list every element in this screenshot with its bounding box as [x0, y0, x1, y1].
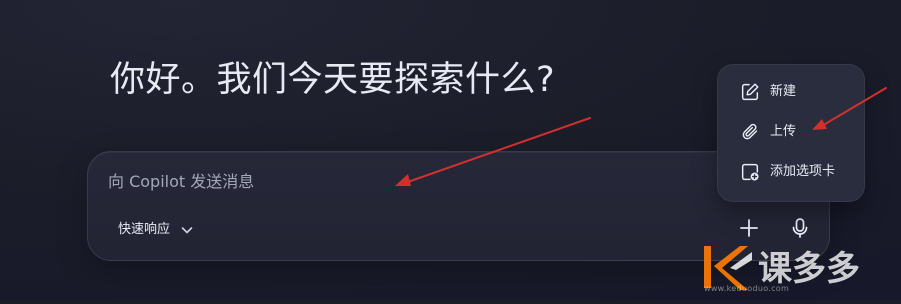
- paperclip-icon: [738, 120, 762, 144]
- attachment-menu: 新建 上传 添加选项卡: [717, 64, 865, 202]
- greeting-heading: 你好。我们今天要探索什么?: [110, 60, 556, 100]
- menu-item-label: 新建: [770, 84, 797, 99]
- microphone-icon: [788, 216, 812, 244]
- add-tab-icon: [738, 160, 762, 184]
- menu-item-new[interactable]: 新建: [728, 75, 854, 109]
- add-attachment-button[interactable]: [733, 214, 765, 246]
- new-chat-icon: [738, 80, 762, 104]
- menu-item-label: 上传: [770, 124, 797, 139]
- menu-item-add-tab[interactable]: 添加选项卡: [728, 155, 854, 189]
- message-input[interactable]: [108, 170, 668, 194]
- response-mode-dropdown[interactable]: 快速响应: [118, 218, 196, 242]
- menu-item-label: 添加选项卡: [770, 164, 836, 179]
- voice-input-button[interactable]: [784, 214, 816, 246]
- plus-icon: [737, 216, 761, 244]
- response-mode-label: 快速响应: [118, 222, 171, 237]
- chevron-down-icon: [178, 221, 196, 239]
- menu-item-upload[interactable]: 上传: [728, 115, 854, 149]
